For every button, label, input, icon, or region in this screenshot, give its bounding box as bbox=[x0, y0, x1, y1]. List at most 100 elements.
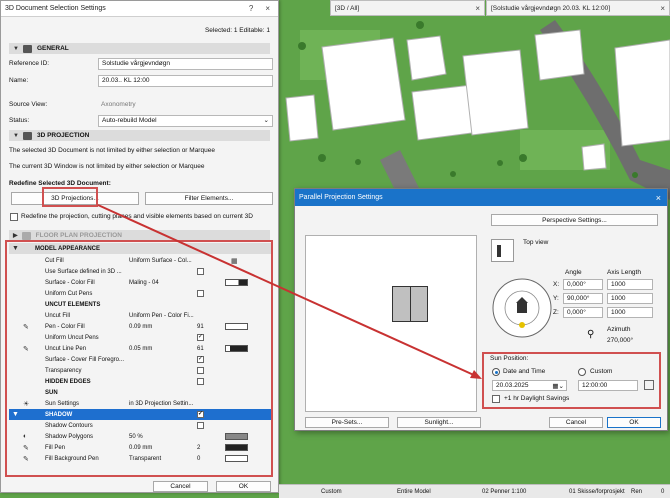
z-angle-field[interactable]: 0,000° bbox=[563, 307, 603, 318]
help-icon[interactable]: ? bbox=[249, 4, 253, 13]
table-row[interactable]: Shadow Contours bbox=[9, 420, 271, 431]
name-field[interactable]: 20.03.. KL 12:00 bbox=[98, 75, 273, 87]
subsection-shadow[interactable]: ▼ SHADOW ✓ bbox=[9, 409, 271, 420]
table-row[interactable]: Surface - Cover Fill Foregro... ✓ bbox=[9, 354, 271, 365]
checkbox[interactable] bbox=[197, 268, 204, 275]
name-label: Name: bbox=[9, 77, 29, 84]
table-row[interactable]: Transparency bbox=[9, 365, 271, 376]
ok-button[interactable]: OK bbox=[216, 481, 271, 492]
dialog-ok-button[interactable]: OK bbox=[607, 417, 661, 428]
status-zero[interactable]: 0 bbox=[661, 489, 664, 495]
chevron-down-icon: ⌄ bbox=[263, 117, 269, 124]
checkbox[interactable] bbox=[197, 367, 204, 374]
checkbox[interactable] bbox=[197, 422, 204, 429]
color-swatch[interactable] bbox=[225, 279, 248, 286]
x-angle-field[interactable]: 0,000° bbox=[563, 279, 603, 290]
status-select[interactable]: Auto-rebuild Model ⌄ bbox=[98, 115, 273, 127]
y-label: Y: bbox=[553, 295, 559, 302]
checkbox[interactable]: ✓ bbox=[197, 356, 204, 363]
calendar-icon[interactable]: ▦⌄ bbox=[552, 382, 564, 390]
table-row[interactable]: Uniform Cut Pens bbox=[9, 288, 271, 299]
tab-label: [Solstudie vårgjevndøgn 20.03. KL 12:00] bbox=[491, 4, 611, 12]
table-row[interactable]: ☀ Sun Settings in 3D Projection Settin... bbox=[9, 398, 271, 409]
expand-icon: ▶ bbox=[13, 233, 18, 239]
projection-preview[interactable] bbox=[305, 235, 477, 412]
table-row[interactable]: ✎ Pen - Color Fill 0.09 mm 91 bbox=[9, 321, 271, 332]
x-label: X: bbox=[553, 281, 560, 288]
table-row[interactable]: ◐ Shadow Polygons 50 % bbox=[9, 431, 271, 442]
table-row[interactable]: Uncut Fill Uniform Pen - Color Fi... bbox=[9, 310, 271, 321]
status-ren[interactable]: Ren bbox=[631, 489, 642, 495]
table-row[interactable]: ✎ Fill Background Pen Transparent 0 bbox=[9, 453, 271, 464]
checkbox[interactable] bbox=[197, 378, 204, 385]
tab-solstudie[interactable]: [Solstudie vårgjevndøgn 20.03. KL 12:00]… bbox=[486, 0, 670, 16]
z-length-field[interactable]: 1000 bbox=[607, 307, 653, 318]
y-length-field[interactable]: 1000 bbox=[607, 293, 653, 304]
sun-position-label: Sun Position: bbox=[490, 355, 529, 362]
view-preset-icon[interactable] bbox=[491, 239, 514, 262]
status-skisse[interactable]: 01 Skisse/forprosjekt bbox=[569, 489, 625, 495]
checkbox[interactable] bbox=[197, 290, 204, 297]
checkbox[interactable]: ✓ bbox=[197, 334, 204, 341]
dialog-cancel-button[interactable]: Cancel bbox=[549, 417, 603, 428]
3d-projections-button[interactable]: 3D Projections... bbox=[11, 192, 139, 205]
table-row[interactable]: ✎ Uncut Line Pen 0.05 mm 61 bbox=[9, 343, 271, 354]
section-general[interactable]: ▼ GENERAL bbox=[9, 43, 270, 54]
section-model-appearance[interactable]: ▼ MODEL APPEARANCE bbox=[9, 243, 271, 254]
status-penner[interactable]: 02 Penner 1:100 bbox=[482, 489, 526, 495]
y-angle-field[interactable]: 90,000° bbox=[563, 293, 603, 304]
fill-icon: ▦ bbox=[231, 257, 238, 265]
redefine-checkbox[interactable] bbox=[10, 213, 18, 221]
table-row[interactable]: Uniform Uncut Pens ✓ bbox=[9, 332, 271, 343]
projection-icon bbox=[22, 131, 32, 140]
color-swatch[interactable] bbox=[225, 433, 248, 440]
collapse-icon: ▼ bbox=[13, 45, 19, 52]
x-length-field[interactable]: 1000 bbox=[607, 279, 653, 290]
reference-id-field[interactable]: Solstudie vårgjevndøgn bbox=[98, 58, 273, 70]
sunlight-button[interactable]: Sunlight... bbox=[397, 417, 481, 428]
custom-radio[interactable] bbox=[578, 368, 586, 376]
pen-icon: ✎ bbox=[23, 455, 29, 463]
section-floor-plan-projection[interactable]: ▶ FLOOR PLAN PROJECTION bbox=[9, 230, 270, 241]
table-row[interactable]: Use Surface defined in 3D ... bbox=[9, 266, 271, 277]
daylight-savings-checkbox[interactable] bbox=[492, 395, 500, 403]
sun-position-group: Sun Position: Date and Time Custom 20.03… bbox=[484, 352, 661, 408]
table-row[interactable]: Surface - Color Fill Maling - 04 bbox=[9, 277, 271, 288]
parallel-projection-dialog: Parallel Projection Settings × Perspecti… bbox=[294, 188, 668, 431]
date-time-radio[interactable] bbox=[492, 368, 500, 376]
color-swatch[interactable] bbox=[225, 444, 248, 451]
filter-elements-button[interactable]: Filter Elements... bbox=[145, 192, 273, 205]
custom-label: Custom bbox=[590, 368, 613, 375]
pen-icon: ✎ bbox=[23, 444, 29, 452]
table-row[interactable]: ✎ Fill Pen 0.09 mm 2 bbox=[9, 442, 271, 453]
tab-3d-all[interactable]: [3D / All] × bbox=[330, 0, 485, 16]
perspective-settings-button[interactable]: Perspective Settings... bbox=[491, 214, 658, 226]
section-3d-projection[interactable]: ▼ 3D PROJECTION bbox=[9, 130, 270, 141]
azimuth-value: 270,000° bbox=[607, 337, 634, 344]
z-label: Z: bbox=[553, 309, 559, 316]
close-icon[interactable]: × bbox=[660, 4, 665, 13]
clock-icon[interactable] bbox=[644, 380, 654, 390]
cancel-button[interactable]: Cancel bbox=[153, 481, 208, 492]
table-row[interactable]: Cut Fill Uniform Surface - Col... ▦ bbox=[9, 255, 271, 266]
status-label: Status: bbox=[9, 117, 30, 124]
color-swatch[interactable] bbox=[225, 455, 248, 462]
orbit-control[interactable] bbox=[491, 277, 553, 339]
pen-icon: ✎ bbox=[23, 345, 29, 353]
time-field[interactable]: 12:00:00 bbox=[578, 380, 638, 391]
color-swatch[interactable] bbox=[225, 323, 248, 330]
status-custom[interactable]: Custom bbox=[321, 489, 342, 495]
status-entire-model[interactable]: Entire Model bbox=[397, 489, 431, 495]
model-appearance-table: ▼ MODEL APPEARANCE Cut Fill Uniform Surfac… bbox=[9, 243, 271, 478]
date-field[interactable]: 20.03.2025 ▦⌄ bbox=[492, 380, 567, 391]
collapse-icon: ▼ bbox=[13, 132, 19, 139]
panel-title: 3D Document Selection Settings bbox=[5, 5, 106, 12]
close-icon[interactable]: × bbox=[265, 4, 270, 13]
checkbox[interactable]: ✓ bbox=[197, 411, 204, 418]
presets-button[interactable]: Pre-Sets... bbox=[305, 417, 389, 428]
angle-header: Angle bbox=[565, 269, 582, 276]
close-icon[interactable]: × bbox=[656, 193, 661, 203]
close-icon[interactable]: × bbox=[475, 4, 480, 13]
projection-info-2: The current 3D Window is not limited by … bbox=[9, 163, 205, 170]
color-swatch[interactable] bbox=[225, 345, 248, 352]
